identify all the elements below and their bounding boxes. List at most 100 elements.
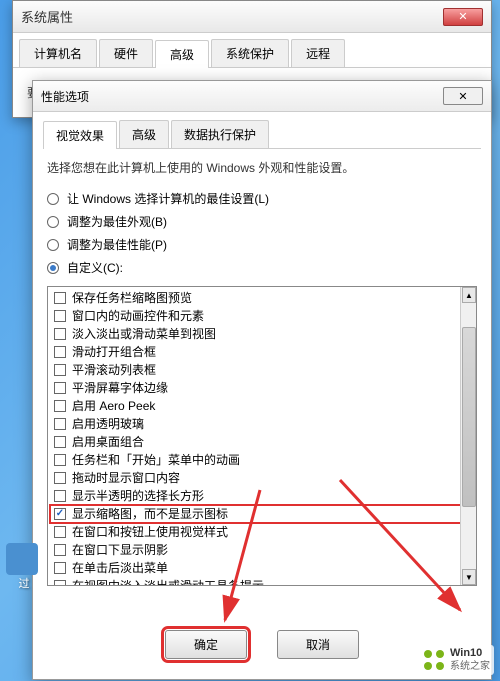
checkbox-label: 淡入淡出或滑动菜单到视图 <box>72 326 216 342</box>
checkbox-row[interactable]: 任务栏和「开始」菜单中的动画 <box>50 451 474 469</box>
checkbox-icon <box>54 418 66 430</box>
checkbox-label: 在窗口下显示阴影 <box>72 542 168 558</box>
checkbox-row[interactable]: 淡入淡出或滑动菜单到视图 <box>50 325 474 343</box>
checkbox-row[interactable]: 在窗口下显示阴影 <box>50 541 474 559</box>
watermark: Win10 系统之家 <box>418 645 494 675</box>
checkbox-icon <box>54 526 66 538</box>
checkbox-icon <box>54 292 66 304</box>
checkbox-icon <box>54 436 66 448</box>
checkbox-icon <box>54 544 66 556</box>
nested-close-button[interactable]: ✕ <box>443 87 483 105</box>
radio-icon <box>47 216 59 228</box>
radio-windows-choose[interactable]: 让 Windows 选择计算机的最佳设置(L) <box>47 190 477 207</box>
performance-options-dialog: 性能选项 ✕ 视觉效果 高级 数据执行保护 选择您想在此计算机上使用的 Wind… <box>32 80 492 680</box>
watermark-line2: 系统之家 <box>450 660 490 673</box>
tab-remote[interactable]: 远程 <box>291 39 345 67</box>
checkbox-row[interactable]: 滑动打开组合框 <box>50 343 474 361</box>
watermark-text: Win10 系统之家 <box>450 647 490 673</box>
checkbox-label: 显示半透明的选择长方形 <box>72 488 204 504</box>
main-tab-bar: 计算机名 硬件 高级 系统保护 远程 <box>13 33 491 68</box>
checkbox-label: 滑动打开组合框 <box>72 344 156 360</box>
checkbox-row[interactable]: 在单击后淡出菜单 <box>50 559 474 577</box>
scroll-down-icon[interactable]: ▼ <box>462 569 476 585</box>
checkbox-row[interactable]: 窗口内的动画控件和元素 <box>50 307 474 325</box>
checkbox-icon <box>54 328 66 340</box>
checkbox-row[interactable]: 启用 Aero Peek <box>50 397 474 415</box>
nested-body: 视觉效果 高级 数据执行保护 选择您想在此计算机上使用的 Windows 外观和… <box>33 112 491 594</box>
checkbox-icon <box>54 364 66 376</box>
checkbox-label: 在视图中淡入淡出或滑动工具条提示 <box>72 578 264 586</box>
shortcut-label: 过 <box>6 575 42 591</box>
titlebar: 系统属性 ✕ <box>13 1 491 33</box>
checkbox-icon <box>54 400 66 412</box>
checkbox-row[interactable]: 保存任务栏缩略图预览 <box>50 289 474 307</box>
radio-icon <box>47 262 59 274</box>
checkbox-row[interactable]: 平滑滚动列表框 <box>50 361 474 379</box>
checkbox-label: 平滑屏幕字体边缘 <box>72 380 168 396</box>
cancel-button[interactable]: 取消 <box>277 630 359 659</box>
checkbox-label: 启用 Aero Peek <box>72 398 155 414</box>
checkbox-label: 在窗口和按钮上使用视觉样式 <box>72 524 228 540</box>
radio-label: 调整为最佳性能(P) <box>67 236 167 253</box>
checkbox-label: 保存任务栏缩略图预览 <box>72 290 192 306</box>
scrollbar[interactable]: ▲ ▼ <box>460 287 476 585</box>
checkbox-icon <box>54 508 66 520</box>
checkbox-icon <box>54 454 66 466</box>
watermark-logo-icon <box>422 648 446 672</box>
close-button[interactable]: ✕ <box>443 8 483 26</box>
tab-advanced[interactable]: 高级 <box>155 40 209 68</box>
close-icon: ✕ <box>458 90 467 103</box>
tab-advanced-inner[interactable]: 高级 <box>119 120 169 148</box>
radio-best-appearance[interactable]: 调整为最佳外观(B) <box>47 213 477 230</box>
shortcut-icon <box>6 543 38 575</box>
checkbox-row[interactable]: 平滑屏幕字体边缘 <box>50 379 474 397</box>
tab-system-protection[interactable]: 系统保护 <box>211 39 289 67</box>
radio-custom[interactable]: 自定义(C): <box>47 259 477 276</box>
inner-tab-bar: 视觉效果 高级 数据执行保护 <box>43 120 481 149</box>
checkbox-label: 平滑滚动列表框 <box>72 362 156 378</box>
checkbox-icon <box>54 472 66 484</box>
checkbox-icon <box>54 580 66 586</box>
scroll-up-icon[interactable]: ▲ <box>462 287 476 303</box>
effects-checkbox-list: 保存任务栏缩略图预览窗口内的动画控件和元素淡入淡出或滑动菜单到视图滑动打开组合框… <box>47 286 477 586</box>
checkbox-label: 显示缩略图，而不是显示图标 <box>72 506 228 522</box>
tab-computer-name[interactable]: 计算机名 <box>19 39 97 67</box>
checkbox-icon <box>54 310 66 322</box>
radio-label: 调整为最佳外观(B) <box>67 213 167 230</box>
radio-label: 让 Windows 选择计算机的最佳设置(L) <box>67 190 269 207</box>
checkbox-row[interactable]: 启用透明玻璃 <box>50 415 474 433</box>
checkbox-icon <box>54 382 66 394</box>
checkbox-icon <box>54 346 66 358</box>
checkbox-label: 拖动时显示窗口内容 <box>72 470 180 486</box>
checkbox-row[interactable]: 在窗口和按钮上使用视觉样式 <box>50 523 474 541</box>
checkbox-label: 窗口内的动画控件和元素 <box>72 308 204 324</box>
checkbox-label: 启用桌面组合 <box>72 434 144 450</box>
checkbox-label: 在单击后淡出菜单 <box>72 560 168 576</box>
radio-label: 自定义(C): <box>67 259 123 276</box>
radio-icon <box>47 193 59 205</box>
tab-visual-effects[interactable]: 视觉效果 <box>43 121 117 149</box>
tab-hardware[interactable]: 硬件 <box>99 39 153 67</box>
checkbox-label: 任务栏和「开始」菜单中的动画 <box>72 452 240 468</box>
checkbox-icon <box>54 490 66 502</box>
desktop-shortcut[interactable]: 过 <box>6 543 42 591</box>
scrollbar-thumb[interactable] <box>462 327 476 507</box>
nested-dialog-title: 性能选项 <box>41 88 89 105</box>
checkbox-row[interactable]: 显示半透明的选择长方形 <box>50 487 474 505</box>
checkbox-row[interactable]: 拖动时显示窗口内容 <box>50 469 474 487</box>
radio-best-performance[interactable]: 调整为最佳性能(P) <box>47 236 477 253</box>
ok-button[interactable]: 确定 <box>165 630 247 659</box>
nested-titlebar: 性能选项 ✕ <box>33 81 491 112</box>
checkbox-row[interactable]: 显示缩略图，而不是显示图标 <box>50 505 474 523</box>
checkbox-label: 启用透明玻璃 <box>72 416 144 432</box>
description-text: 选择您想在此计算机上使用的 Windows 外观和性能设置。 <box>47 159 477 176</box>
checkbox-row[interactable]: 在视图中淡入淡出或滑动工具条提示 <box>50 577 474 586</box>
watermark-line1: Win10 <box>450 647 490 660</box>
dialog-title: 系统属性 <box>21 7 73 26</box>
radio-group: 让 Windows 选择计算机的最佳设置(L) 调整为最佳外观(B) 调整为最佳… <box>47 190 477 276</box>
checkbox-icon <box>54 562 66 574</box>
close-icon: ✕ <box>458 10 467 23</box>
checkbox-row[interactable]: 启用桌面组合 <box>50 433 474 451</box>
tab-dep[interactable]: 数据执行保护 <box>171 120 269 148</box>
radio-icon <box>47 239 59 251</box>
